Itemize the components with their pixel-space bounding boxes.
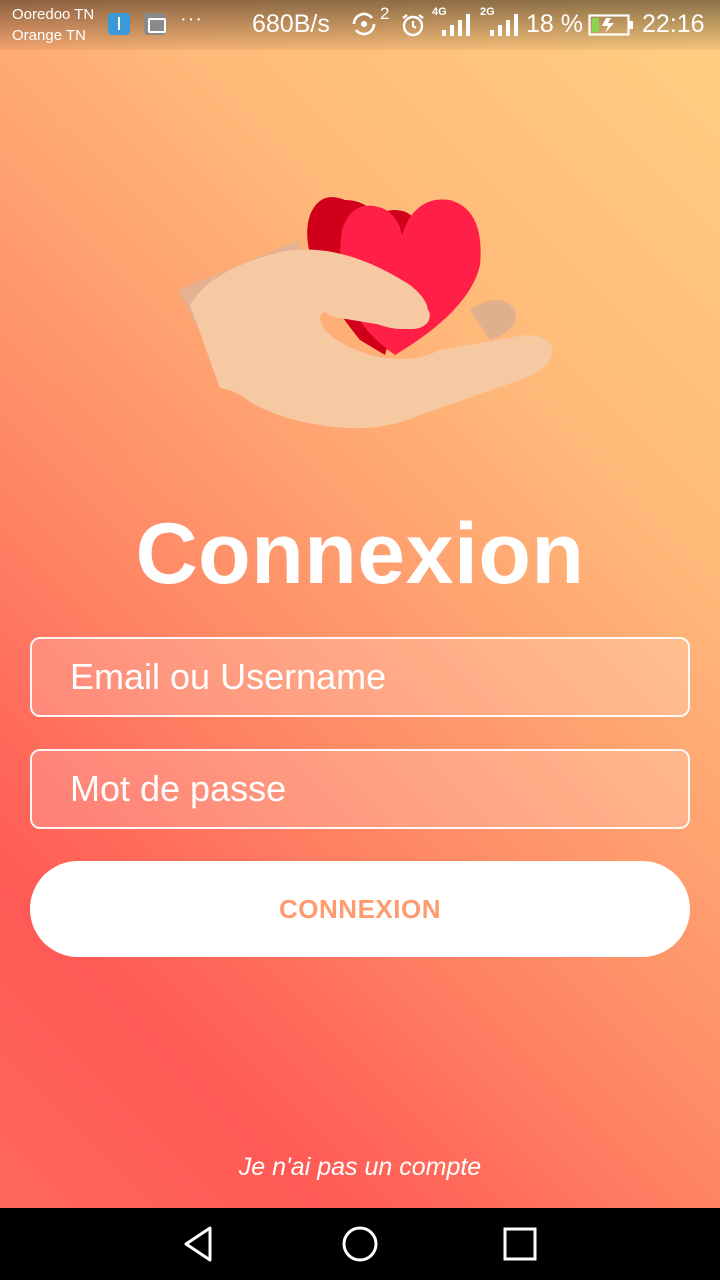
carrier-2: Orange TN bbox=[12, 27, 86, 44]
battery-charging-icon bbox=[588, 14, 633, 36]
battery-percentage: 18 % bbox=[526, 10, 583, 38]
hand-holding-heart-icon bbox=[178, 197, 553, 429]
navigation-bar bbox=[0, 1208, 720, 1280]
password-field[interactable] bbox=[30, 749, 690, 829]
email-field[interactable] bbox=[30, 637, 690, 717]
more-notifications-icon: ··· bbox=[180, 8, 203, 30]
status-bar: Ooredoo TN Orange TN ··· 680B/s 2 4G 2G … bbox=[0, 0, 720, 50]
alarm-icon bbox=[402, 14, 424, 37]
carrier-names: Ooredoo TN Orange TN bbox=[12, 4, 94, 46]
usb-icon bbox=[108, 13, 130, 35]
sync-count: 2 bbox=[380, 4, 390, 23]
signal-2-icon bbox=[490, 14, 518, 36]
login-button[interactable]: CONNEXION bbox=[30, 861, 690, 957]
page-title: Connexion bbox=[135, 506, 585, 602]
signup-link[interactable]: Je n'ai pas un compte bbox=[0, 1153, 720, 1182]
network-speed: 680B/s bbox=[252, 10, 330, 38]
back-icon[interactable] bbox=[180, 1224, 220, 1264]
home-icon[interactable] bbox=[340, 1224, 380, 1264]
carrier-1: Ooredoo TN bbox=[12, 6, 95, 23]
signal-1-icon bbox=[442, 14, 470, 36]
clock: 22:16 bbox=[642, 10, 705, 38]
image-notification-icon bbox=[144, 13, 166, 35]
sync-icon bbox=[352, 12, 376, 36]
recent-apps-icon[interactable] bbox=[500, 1224, 540, 1264]
